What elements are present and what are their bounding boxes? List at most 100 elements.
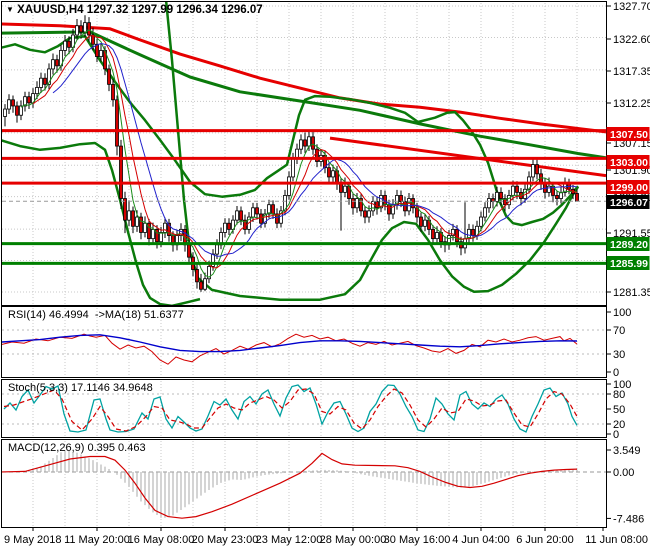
time-axis-label: 4 Jun 04:00 [452, 534, 510, 546]
svg-text:1317.35: 1317.35 [613, 66, 650, 78]
candle-bull [159, 232, 163, 243]
candle-bear [327, 167, 331, 178]
svg-text:0: 0 [613, 429, 619, 441]
svg-text:50: 50 [613, 404, 625, 416]
candle-bull [83, 22, 87, 33]
candle-bull [547, 185, 551, 193]
svg-text:1307.50: 1307.50 [610, 129, 648, 141]
svg-text:0: 0 [613, 367, 619, 379]
svg-text:1289.20: 1289.20 [610, 239, 648, 251]
svg-text:70: 70 [613, 325, 625, 337]
candle-bull [203, 278, 207, 290]
candle-bear [67, 40, 71, 48]
candle-bear [471, 228, 475, 236]
time-axis-label: 23 May 12:00 [256, 534, 323, 546]
time-axis-label: 20 May 23:00 [192, 534, 259, 546]
candle-bear [187, 244, 191, 258]
symbol-dropdown-icon[interactable]: ▼ [6, 5, 14, 14]
candle-bear [239, 210, 243, 221]
svg-text:30: 30 [613, 349, 625, 361]
candle-bull [531, 164, 535, 178]
candle-bull [63, 40, 67, 51]
svg-text:80: 80 [613, 389, 625, 401]
candle-bull [75, 25, 79, 36]
candle-bull [287, 176, 291, 196]
candle-bull [343, 185, 347, 193]
candle-bull [487, 198, 491, 209]
candle-bull [371, 201, 375, 212]
candle-bull [307, 136, 311, 147]
time-axis-label: 11 Jun 08:00 [585, 534, 648, 546]
candle-bear [119, 145, 123, 199]
svg-text:1281.35: 1281.35 [613, 287, 650, 299]
candle-bull [223, 222, 227, 233]
candle-bear [131, 210, 135, 227]
candle-bear [515, 185, 519, 193]
candle-bear [107, 68, 111, 85]
candle-bull [163, 222, 167, 233]
candle-bull [251, 207, 255, 218]
candle-bear [79, 25, 83, 33]
svg-text:1303.00: 1303.00 [610, 157, 648, 169]
candle-bull [291, 158, 295, 178]
candle-bear [195, 269, 199, 283]
candle-bull [143, 222, 147, 233]
candle-bear [363, 210, 367, 218]
candle-bull [19, 105, 23, 116]
svg-text:1322.60: 1322.60 [613, 34, 650, 46]
candle-bull [7, 99, 11, 110]
candle-bull [423, 219, 427, 227]
candle-bear [15, 105, 19, 116]
time-axis-label: 11 May 20:00 [64, 534, 130, 546]
svg-text:1312.25: 1312.25 [613, 98, 650, 110]
candle-bear [403, 201, 407, 212]
candle-bear [303, 139, 307, 147]
candle-bull [495, 191, 499, 203]
candle-bear [387, 204, 391, 215]
candle-bull [215, 244, 219, 255]
candle-bear [499, 191, 503, 199]
svg-text:100: 100 [613, 307, 631, 319]
candle-bear [431, 228, 435, 240]
candle-bear [11, 99, 15, 107]
candle-bull [51, 59, 55, 70]
candle-bear [111, 83, 115, 101]
candle-bull [235, 210, 239, 221]
candle-bear [227, 222, 231, 230]
candle-bear [27, 96, 31, 104]
trading-chart-window: 1327.70 1322.60 1317.35 1312.25 1307.15 1301.… [0, 0, 650, 550]
time-axis-label: 28 May 00:00 [320, 534, 387, 546]
svg-text:-7.486: -7.486 [613, 513, 644, 525]
time-axis-label: 30 May 16:00 [384, 534, 451, 546]
candle-bear [311, 136, 315, 150]
svg-text:1299.00: 1299.00 [610, 182, 648, 194]
candle-bull [483, 207, 487, 218]
candle-bear [351, 198, 355, 209]
time-axis-label: 9 May 2018 [4, 534, 61, 546]
svg-text:0.00: 0.00 [613, 467, 634, 479]
candle-bull [299, 139, 303, 150]
candle-bear [55, 59, 59, 67]
time-axis-label: 16 May 08:00 [128, 534, 195, 546]
candle-bull [39, 77, 43, 88]
candle-bear [255, 207, 259, 215]
candle-bear [575, 193, 579, 202]
svg-text:1296.07: 1296.07 [610, 197, 648, 209]
candle-bear [87, 22, 91, 36]
chart-canvas[interactable]: 1327.701322.601317.351312.251307.151301.… [0, 0, 650, 550]
svg-text:1285.99: 1285.99 [610, 258, 648, 270]
candle-bear [199, 281, 203, 290]
price-axis[interactable]: 1327.701322.601317.351312.251307.151301.… [606, 1, 650, 525]
time-axis[interactable]: 9 May 2018 11 May 20:0016 May 08:0020 May… [4, 527, 648, 546]
candle-bull [151, 228, 155, 240]
candle-bear [555, 195, 559, 199]
candle-bull [331, 170, 335, 178]
candle-bear [123, 198, 127, 221]
time-axis-label: 6 Jun 20:00 [516, 534, 574, 546]
candle-bull [355, 198, 359, 209]
candle-bull [127, 210, 131, 221]
svg-text:1327.70: 1327.70 [613, 1, 650, 13]
candle-bear [43, 77, 47, 85]
candle-bear [535, 164, 539, 175]
candle-bull [367, 210, 371, 218]
